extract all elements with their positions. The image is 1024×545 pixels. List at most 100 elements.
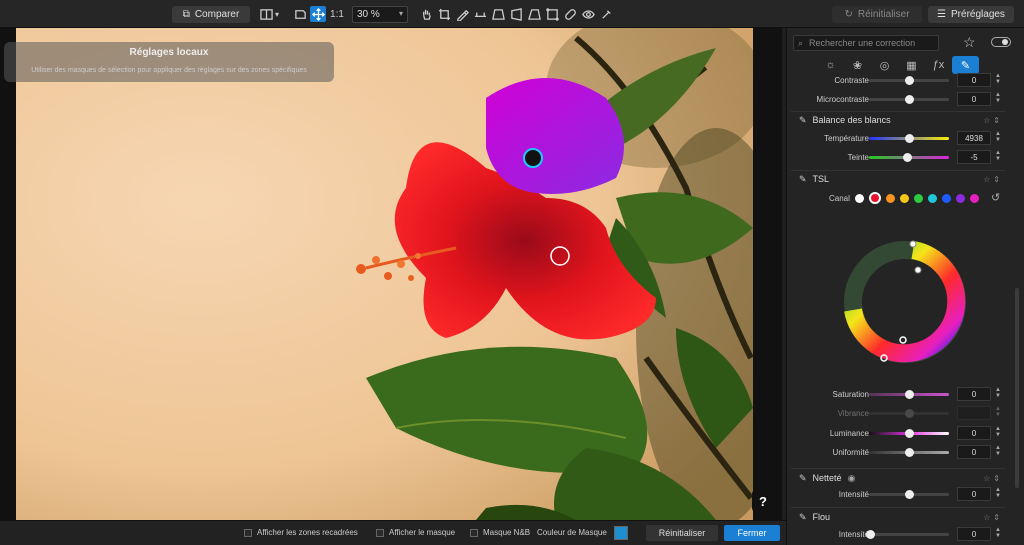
split-view-dropdown-icon[interactable]: ▾ (272, 6, 282, 22)
close-button[interactable]: Fermer (724, 525, 780, 541)
mask-color-swatch[interactable] (614, 526, 628, 540)
nettete-intensite-label: Intensité (838, 489, 869, 499)
nettete-intensite-slider[interactable] (869, 490, 949, 499)
contraste-slider[interactable] (869, 76, 949, 85)
channel-dot[interactable] (970, 193, 979, 203)
move-tool-icon[interactable] (310, 6, 326, 22)
perspective-rect-icon[interactable] (526, 6, 542, 22)
slider-knob[interactable] (866, 530, 876, 539)
channel-dot[interactable] (900, 193, 909, 203)
nettete-intensite-value[interactable]: 0 (957, 487, 991, 501)
show-cropped-checkbox[interactable]: Afficher les zones recadrées (244, 528, 358, 537)
stepper-icon[interactable]: ▲ ▼ (995, 150, 1001, 162)
eye-icon[interactable] (580, 6, 596, 22)
temperature-value[interactable]: 4938 (957, 131, 991, 145)
microcontraste-slider[interactable] (869, 95, 949, 104)
stepper-icon[interactable]: ▲ ▼ (995, 527, 1001, 539)
presets-button[interactable]: ☰ Préréglages (928, 6, 1014, 23)
mask-bw-checkbox[interactable]: Masque N&B (470, 528, 530, 537)
crop-frame-icon[interactable] (292, 6, 308, 22)
saturation-value[interactable]: 0 (957, 387, 991, 401)
section-actions-icon[interactable]: ☆⇕ (983, 513, 1003, 522)
hue-wheel[interactable] (843, 240, 967, 364)
zoom-select[interactable]: 30 % ▾ (352, 6, 408, 23)
eye-hidden-icon[interactable]: ◉ (848, 473, 856, 484)
teinte-slider[interactable] (869, 153, 949, 162)
teinte-value[interactable]: -5 (957, 150, 991, 164)
reset-label: Réinitialiser (857, 9, 910, 20)
compare-button[interactable]: ⧉ Comparer (172, 6, 250, 23)
channel-dot[interactable] (886, 193, 895, 203)
flou-header[interactable]: ✎ Flou ☆⇕ (787, 508, 1009, 526)
saturation-row: Saturation 0 ▲ ▼ (787, 386, 1009, 402)
channel-dot[interactable] (869, 192, 881, 204)
nettete-header[interactable]: ✎ Netteté ◉ ☆⇕ (787, 469, 1009, 487)
luminance-slider[interactable] (869, 429, 949, 438)
slider-knob[interactable] (904, 76, 914, 85)
grid-points-icon[interactable] (544, 6, 560, 22)
temperature-slider[interactable] (869, 134, 949, 143)
perspective-horizontal-icon[interactable] (508, 6, 524, 22)
slider-knob[interactable] (904, 95, 914, 104)
slider-knob[interactable] (904, 134, 914, 143)
teinte-label: Teinte (847, 152, 869, 162)
show-mask-checkbox[interactable]: Afficher le masque (376, 528, 455, 537)
channel-dot[interactable] (956, 193, 965, 203)
checkbox-box (470, 528, 478, 537)
tsl-header[interactable]: ✎ TSL ☆⇕ (787, 170, 1009, 188)
slider-knob[interactable] (904, 490, 914, 499)
stepper-icon[interactable]: ▲ ▼ (995, 387, 1001, 399)
search-input[interactable]: ⌕ Rechercher une correction (793, 35, 939, 51)
help-button[interactable]: ? (752, 490, 774, 512)
repair-brush-icon[interactable] (562, 6, 578, 22)
zoom-value: 30 % (357, 9, 380, 20)
stepper-icon[interactable]: ▲ ▼ (995, 445, 1001, 457)
saturation-slider[interactable] (869, 390, 949, 399)
luminance-value[interactable]: 0 (957, 426, 991, 440)
contraste-value[interactable]: 0 (957, 73, 991, 87)
sidebar-scrollbar[interactable] (1015, 288, 1019, 488)
channel-dot[interactable] (942, 193, 951, 203)
luminance-label: Luminance (829, 428, 869, 438)
reset-button[interactable]: ↻ Réinitialiser (832, 6, 922, 23)
toggle-switch[interactable] (991, 37, 1011, 47)
stepper-icon[interactable]: ▲ ▼ (995, 487, 1001, 499)
saturation-label: Saturation (832, 389, 869, 399)
pen-icon: ✎ (799, 114, 807, 125)
channel-dot[interactable] (855, 193, 864, 203)
uniformite-value[interactable]: 0 (957, 445, 991, 459)
flou-intensite-row: Intensité 0 ▲ ▼ (787, 526, 1009, 542)
channel-dot[interactable] (928, 193, 937, 203)
channel-dot[interactable] (914, 193, 923, 203)
slider-knob (904, 409, 914, 418)
hand-tool-icon[interactable] (418, 6, 434, 22)
uniformite-slider[interactable] (869, 448, 949, 457)
bottom-reset-button[interactable]: Réinitialiser (646, 525, 718, 541)
flou-intensite-slider[interactable] (866, 530, 949, 539)
straighten-icon[interactable] (472, 6, 488, 22)
microcontraste-value[interactable]: 0 (957, 92, 991, 106)
temperature-label: Température (824, 133, 869, 143)
flou-intensite-value[interactable]: 0 (957, 527, 991, 541)
image-canvas[interactable]: Réglages locaux Utiliser des masques de … (0, 28, 782, 520)
slider-knob[interactable] (904, 429, 914, 438)
stepper-icon[interactable]: ▲ ▼ (995, 92, 1001, 104)
white-balance-header[interactable]: ✎ Balance des blancs ☆⇕ (787, 111, 1009, 129)
stepper-icon[interactable]: ▲ ▼ (995, 426, 1001, 438)
perspective-vertical-icon[interactable] (490, 6, 506, 22)
slider-knob[interactable] (902, 153, 912, 162)
stepper-icon[interactable]: ▲ ▼ (995, 73, 1001, 85)
eyedropper-icon[interactable] (454, 6, 470, 22)
favorites-star-icon[interactable]: ☆ (963, 34, 976, 51)
slider-knob[interactable] (904, 390, 914, 399)
section-actions-icon[interactable]: ☆⇕ (983, 116, 1003, 125)
contraste-label: Contraste (834, 75, 869, 85)
reset-channel-icon[interactable]: ↺ (991, 191, 1000, 204)
section-actions-icon[interactable]: ☆⇕ (983, 474, 1003, 483)
stepper-icon[interactable]: ▲ ▼ (995, 131, 1001, 143)
slider-knob[interactable] (904, 448, 914, 457)
crop-tool-icon[interactable] (436, 6, 452, 22)
section-actions-icon[interactable]: ☆⇕ (983, 175, 1003, 184)
one-to-one-button[interactable]: 1:1 (329, 6, 345, 22)
local-adjustments-icon[interactable] (598, 6, 614, 22)
